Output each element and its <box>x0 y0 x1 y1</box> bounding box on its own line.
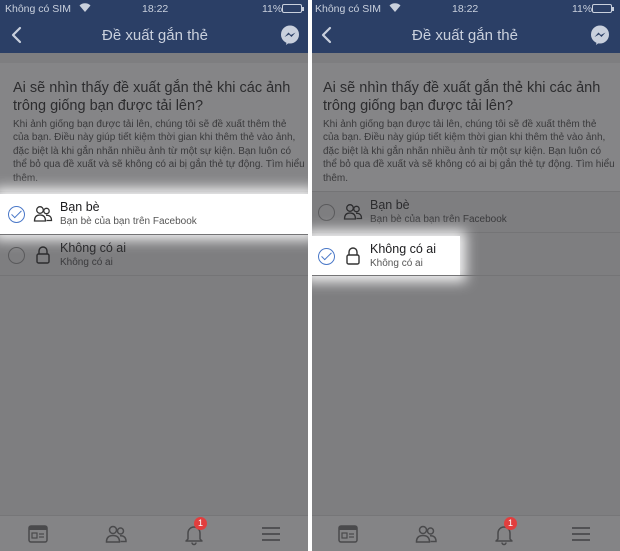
battery-icon <box>282 4 304 13</box>
divider <box>0 191 310 192</box>
screen-left: Không có SIM 18:22 11% Đề xuất gắn thẻ A… <box>0 0 310 551</box>
option-label: Không có ai <box>60 241 127 255</box>
clock: 18:22 <box>142 3 169 15</box>
lock-icon <box>343 246 363 266</box>
radio-button[interactable] <box>318 204 335 221</box>
radio-button[interactable] <box>8 247 25 264</box>
option-friends[interactable]: Bạn bè Bạn bè của bạn trên Facebook <box>310 192 620 232</box>
divider <box>310 275 620 276</box>
option-sublabel: Không có ai <box>370 258 423 269</box>
friends-icon <box>33 204 53 224</box>
question-text: Ai sẽ nhìn thấy đề xuất gắn thẻ khi các … <box>323 80 601 114</box>
option-no-one[interactable]: Không có ai Không có ai <box>310 236 460 276</box>
friends-icon <box>343 202 363 222</box>
notification-badge: 1 <box>194 517 207 530</box>
carrier-label: Không có SIM <box>315 3 381 15</box>
bell-icon[interactable]: 1 <box>182 517 207 546</box>
messenger-icon[interactable] <box>279 24 301 46</box>
friends-tab-icon[interactable] <box>414 522 438 546</box>
messenger-icon[interactable] <box>589 24 611 46</box>
page-title: Đề xuất gắn thẻ <box>412 27 518 44</box>
menu-icon[interactable] <box>259 522 283 546</box>
nav-bar: Đề xuất gắn thẻ <box>0 17 310 53</box>
tab-bar: 1 <box>310 515 620 551</box>
friends-tab-icon[interactable] <box>104 522 128 546</box>
option-label: Không có ai <box>370 242 437 256</box>
tab-bar: 1 <box>0 515 310 551</box>
option-friends[interactable]: Bạn bè Bạn bè của bạn trên Facebook <box>0 194 310 234</box>
battery-percent: 11% <box>262 3 283 15</box>
wifi-icon <box>78 1 92 16</box>
clock: 18:22 <box>452 3 479 15</box>
nav-bar: Đề xuất gắn thẻ <box>310 17 620 53</box>
page-title: Đề xuất gắn thẻ <box>102 27 208 44</box>
battery-icon <box>592 4 614 13</box>
menu-icon[interactable] <box>569 522 593 546</box>
check-icon[interactable] <box>8 206 25 223</box>
description-text: Khi ảnh giống bạn được tải lên, chúng tô… <box>323 119 615 184</box>
option-sublabel: Không có ai <box>60 257 113 268</box>
notification-badge: 1 <box>504 517 517 530</box>
option-label: Bạn bè <box>60 200 100 214</box>
status-bar: Không có SIM 18:22 11% <box>0 0 310 17</box>
lock-icon <box>33 245 53 265</box>
settings-content: Ai sẽ nhìn thấy đề xuất gắn thẻ khi các … <box>310 53 620 515</box>
news-feed-icon[interactable] <box>26 522 50 546</box>
option-sublabel: Bạn bè của bạn trên Facebook <box>370 214 507 225</box>
battery-percent: 11% <box>572 3 593 15</box>
screen-right: Không có SIM 18:22 11% Đề xuất gắn thẻ A… <box>310 0 620 551</box>
divider <box>310 232 620 233</box>
news-feed-icon[interactable] <box>336 522 360 546</box>
option-no-one[interactable]: Không có ai Không có ai <box>0 235 310 275</box>
screen-divider <box>308 0 312 551</box>
option-label: Bạn bè <box>370 198 410 212</box>
option-sublabel: Bạn bè của bạn trên Facebook <box>60 216 197 227</box>
check-icon[interactable] <box>318 248 335 265</box>
description-text: Khi ảnh giống bạn được tải lên, chúng tô… <box>13 119 305 184</box>
carrier-label: Không có SIM <box>5 3 71 15</box>
divider <box>0 275 310 276</box>
status-bar: Không có SIM 18:22 11% <box>310 0 620 17</box>
question-text: Ai sẽ nhìn thấy đề xuất gắn thẻ khi các … <box>13 80 291 114</box>
settings-content: Ai sẽ nhìn thấy đề xuất gắn thẻ khi các … <box>0 53 310 515</box>
wifi-icon <box>388 1 402 16</box>
bell-icon[interactable]: 1 <box>492 517 517 546</box>
